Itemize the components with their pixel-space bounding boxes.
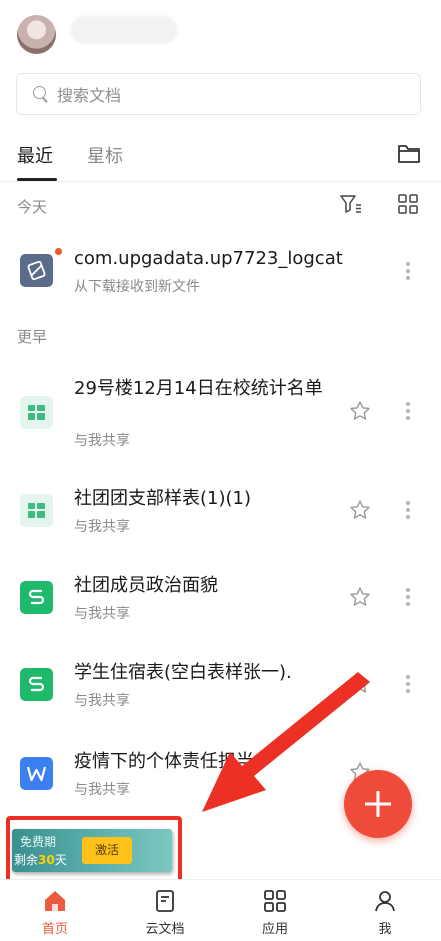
- section-today-label: 今天: [17, 198, 48, 216]
- nav-home-label: 首页: [41, 922, 68, 937]
- more-options-icon[interactable]: [405, 262, 411, 282]
- apps-grid-icon: [264, 890, 286, 912]
- file-subtitle: 与我共享: [74, 782, 130, 798]
- bottom-nav: 首页 云文档 应用 我: [0, 879, 441, 941]
- annotation-highlight-box: [6, 816, 182, 887]
- search-icon: [33, 86, 49, 102]
- folder-icon[interactable]: [397, 142, 421, 164]
- file-title: 29号楼12月14日在校统计名单: [74, 378, 323, 399]
- file-subtitle: 与我共享: [74, 433, 130, 449]
- more-options-icon[interactable]: [405, 402, 411, 422]
- tab-starred[interactable]: 星标: [87, 142, 123, 168]
- file-subtitle: 从下载接收到新文件: [74, 279, 200, 295]
- file-title: com.upgadata.up7723_logcat: [74, 248, 343, 269]
- filter-sort-icon[interactable]: [340, 194, 362, 214]
- file-download-icon: [20, 254, 53, 287]
- nav-me-label: 我: [378, 922, 392, 937]
- search-input[interactable]: 搜索文档: [16, 73, 421, 115]
- star-icon[interactable]: [349, 586, 371, 608]
- word-w-icon: [20, 757, 53, 790]
- person-icon: [375, 891, 395, 912]
- file-subtitle: 与我共享: [74, 519, 130, 535]
- tab-bar: 最近 星标: [0, 130, 441, 182]
- file-title: 社团团支部样表(1)(1): [74, 488, 251, 509]
- section-earlier-label: 更早: [17, 328, 48, 346]
- nav-cloud-docs-label: 云文档: [145, 922, 185, 937]
- file-title: 学生住宿表(空白表样张一).: [74, 662, 292, 683]
- unread-dot: [55, 248, 62, 255]
- more-options-icon[interactable]: [405, 588, 411, 608]
- file-subtitle: 与我共享: [74, 693, 130, 709]
- nav-apps-label: 应用: [261, 922, 288, 937]
- nav-me[interactable]: 我: [330, 880, 440, 941]
- spreadsheet-s-icon: [20, 668, 53, 701]
- tab-recent[interactable]: 最近: [17, 142, 53, 168]
- star-icon[interactable]: [349, 673, 371, 695]
- grid-view-icon[interactable]: [398, 194, 418, 214]
- header: [0, 0, 441, 60]
- cloud-doc-icon: [156, 890, 174, 912]
- search-placeholder: 搜索文档: [57, 86, 122, 105]
- nav-home[interactable]: 首页: [0, 880, 110, 941]
- nav-apps[interactable]: 应用: [220, 880, 330, 941]
- more-options-icon[interactable]: [405, 501, 411, 521]
- file-subtitle: 与我共享: [74, 606, 130, 622]
- sheet-table-icon: [20, 494, 53, 527]
- new-document-button[interactable]: [344, 770, 412, 838]
- star-icon[interactable]: [349, 499, 371, 521]
- active-tab-indicator: [17, 178, 57, 181]
- file-title: 社团成员政治面貌: [74, 575, 218, 596]
- nav-cloud-docs[interactable]: 云文档: [110, 880, 220, 941]
- avatar[interactable]: [17, 15, 56, 54]
- sheet-table-icon: [20, 396, 53, 429]
- username-redacted: [70, 16, 178, 44]
- star-icon[interactable]: [349, 400, 371, 422]
- home-icon: [45, 891, 65, 911]
- more-options-icon[interactable]: [405, 675, 411, 695]
- spreadsheet-s-icon: [20, 581, 53, 614]
- file-title: 疫情下的个体责任担当: [74, 751, 254, 772]
